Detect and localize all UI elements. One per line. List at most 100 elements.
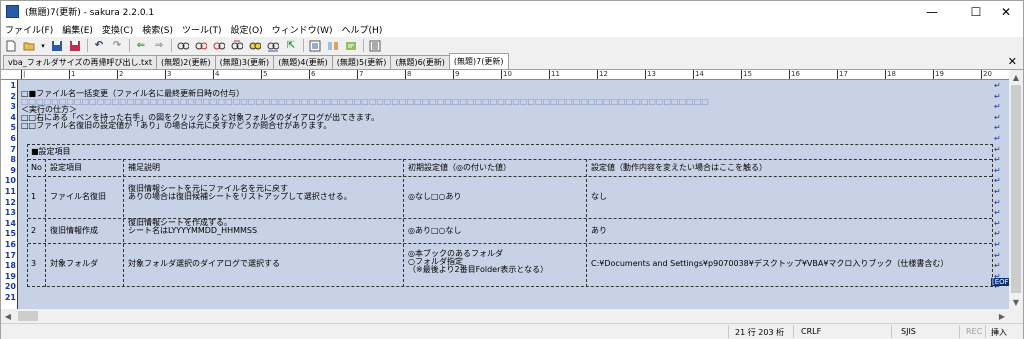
eol-marker: ↵ (994, 187, 1001, 196)
tab-close-icon[interactable]: ✕ (1008, 55, 1017, 68)
divider (959, 325, 960, 338)
document-tab[interactable]: vba_フォルダサイズの再帰呼び出し.txt (3, 55, 158, 69)
line-number: 14 (4, 218, 16, 228)
outline-icon[interactable] (308, 39, 322, 52)
cursor-position[interactable]: 21 行 203 桁 (735, 327, 784, 338)
menu-edit[interactable]: 編集(E) (62, 23, 93, 36)
search-icon[interactable] (176, 39, 190, 52)
new-file-icon[interactable] (4, 39, 18, 52)
open-folder-icon[interactable] (22, 39, 36, 52)
scroll-down-arrow-icon[interactable]: ▼ (1009, 295, 1023, 309)
close-button[interactable]: ✕ (989, 1, 1023, 22)
minimize-button[interactable]: — (915, 1, 949, 22)
menu-bar: ファイル(F) 編集(E) 変換(C) 検索(S) ツール(T) 設定(O) ウ… (1, 22, 1023, 37)
ruler-mark: 11 (549, 70, 560, 79)
grep-icon[interactable] (266, 39, 280, 52)
document-tab[interactable]: (無題)5(更新) (331, 55, 392, 69)
document-tab-active[interactable]: (無題)7(更新) (448, 53, 509, 69)
compare-icon[interactable] (326, 39, 340, 52)
line-number-gutter: 1 2 3 4 5 6 7 8 9 10 11 12 13 14 15 16 17 18 19 20 21 (1, 80, 18, 309)
row1-no: 1 (31, 192, 37, 201)
menu-tools[interactable]: ツール(T) (182, 23, 222, 36)
replace-icon[interactable] (230, 39, 244, 52)
document-tab[interactable]: (無題)6(更新) (390, 55, 450, 69)
ruler-mark: 15 (741, 70, 752, 79)
line-number: 2 (10, 91, 16, 101)
save-as-icon[interactable] (68, 39, 82, 52)
text-area[interactable]: □■ファイル名一括変更（ファイル名に最終更新日時の付与） □□□□□□□□□□□… (19, 80, 1009, 309)
document-tab[interactable]: (無題)3(更新) (214, 55, 275, 69)
dropdown-arrow-icon[interactable]: ▾ (40, 39, 46, 52)
menu-convert[interactable]: 変換(C) (102, 23, 133, 36)
document-tab[interactable]: (無題)4(更新) (273, 55, 333, 69)
scroll-up-arrow-icon[interactable]: ▲ (1009, 70, 1023, 84)
newline-type[interactable]: CRLF (801, 327, 821, 336)
search-prev-icon[interactable] (212, 39, 226, 52)
settings-table: ■設定項目 No 設定項目 補足説明 初期設定値（◎の付いた値） 設定値（動作内… (27, 144, 993, 287)
toolbar-separator (87, 39, 88, 52)
row2-item: 復旧情報作成 (50, 226, 98, 235)
menu-search[interactable]: 検索(S) (142, 23, 173, 36)
vertical-scroll-thumb[interactable] (1011, 85, 1021, 293)
ruler-mark: 18 (885, 70, 896, 79)
eol-marker: ↵ (994, 197, 1001, 207)
highlight-search-icon[interactable] (248, 39, 262, 52)
divider (586, 159, 587, 287)
search-next-icon[interactable] (194, 39, 208, 52)
scroll-left-arrow-icon[interactable]: ◀ (1, 309, 15, 323)
jump-back-icon[interactable]: ⇐ (134, 39, 148, 52)
settings-list-icon[interactable] (368, 39, 382, 52)
line-number: 21 (4, 293, 16, 302)
ruler-mark: 14 (693, 70, 704, 79)
document-tab[interactable]: (無題)2(更新) (156, 55, 216, 69)
encoding[interactable]: SJIS (901, 327, 916, 336)
line-number: 9 (10, 165, 16, 175)
ruler-mark: 20 (981, 70, 992, 79)
undo-icon[interactable]: ↶ (92, 39, 106, 52)
rec-indicator[interactable]: REC (966, 327, 982, 336)
vertical-scrollbar[interactable]: ▲ ▼ (1009, 70, 1023, 309)
eol-marker: ↵ (994, 208, 1001, 218)
menu-help[interactable]: ヘルプ(H) (342, 23, 383, 36)
insert-mode[interactable]: 挿入 (991, 327, 1007, 338)
line-number: 8 (10, 155, 16, 165)
maximize-button[interactable]: ☐ (959, 1, 993, 22)
divider (123, 159, 124, 287)
text-line-3: □□□□□□□□□□□□□□□□□□□□□□□□□□□□□□□□□□□□□□□□… (21, 97, 709, 106)
row1-item: ファイル名復旧 (50, 192, 106, 201)
document-tab-bar: vba_フォルダサイズの再帰呼び出し.txt (無題)2(更新) (無題)3(更… (1, 53, 1023, 70)
header-default: 初期設定値（◎の付いた値） (408, 163, 511, 172)
macro-icon[interactable] (344, 39, 358, 52)
eol-marker: ↵ (994, 240, 1001, 249)
header-value: 設定値（動作内容を変えたい場合はここを触る） (591, 163, 767, 172)
menu-file[interactable]: ファイル(F) (5, 23, 53, 36)
divider (891, 325, 892, 338)
horizontal-scroll-thumb[interactable] (18, 311, 38, 321)
text-editor[interactable]: | 1 2 3 4 5 6 7 8 9 10 11 12 13 14 15 16 17 18 19 20 1234567… (1, 70, 1009, 309)
eol-marker: ↵ (994, 155, 1001, 165)
line-number: 19 (4, 271, 16, 281)
eol-marker: ↵ (994, 112, 1001, 122)
horizontal-scrollbar[interactable]: ◀ ▶ (1, 309, 1009, 323)
line-number: 1 (10, 81, 16, 90)
jump-forward-icon[interactable]: ⇒ (152, 39, 166, 52)
row2-note: 復旧情報シートを作成する。 シート名はLYYYYMMDD_HHMMSS (128, 218, 258, 236)
eol-marker: ↵ (994, 102, 1001, 112)
menu-settings[interactable]: 設定(O) (231, 23, 263, 36)
scroll-right-arrow-icon[interactable]: ▶ (995, 309, 1009, 323)
ruler-mark: 2 (117, 70, 124, 79)
eol-marker: ↵ (994, 91, 1001, 101)
divider (28, 176, 992, 177)
tag-jump-icon[interactable]: ⇱ (284, 39, 298, 52)
toolbar-separator (303, 39, 304, 52)
row2-value: あり (591, 226, 607, 235)
line-number: 5 (10, 123, 16, 133)
save-icon[interactable] (50, 39, 64, 52)
window-title: (無題)7(更新) - sakura 2.2.0.1 (25, 8, 155, 18)
row3-default: ◎本ブックのあるフォルダ ○フォルダ指定 （※最後より2番目Folder表示とな… (408, 249, 549, 275)
header-item: 設定項目 (50, 163, 82, 172)
divider (28, 159, 992, 160)
redo-icon[interactable]: ↷ (110, 39, 124, 52)
eol-marker: ↵ (994, 261, 1001, 271)
menu-window[interactable]: ウィンドウ(W) (272, 23, 333, 36)
